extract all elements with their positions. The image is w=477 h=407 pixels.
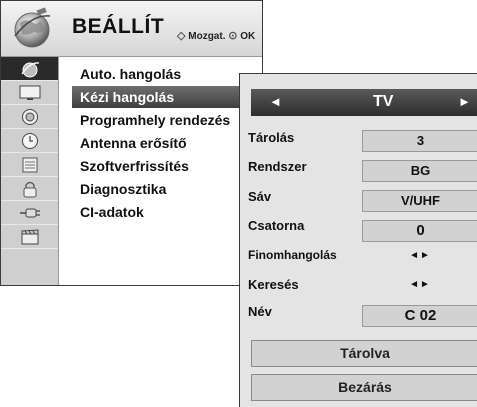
menu-item-program-edit[interactable]: Programhely rendezés bbox=[80, 109, 263, 131]
ok-button-icon: ⊙ bbox=[228, 30, 238, 42]
clock-icon bbox=[21, 132, 38, 149]
menu-item-auto-tuning[interactable]: Auto. hangolás bbox=[80, 63, 263, 85]
sidebar-item-usb[interactable] bbox=[1, 225, 58, 249]
source-value: TV bbox=[373, 93, 394, 110]
menu-item-antenna-booster[interactable]: Antenna erősítő bbox=[80, 132, 263, 154]
store-button[interactable]: Tárolva bbox=[251, 340, 477, 367]
storage-value[interactable]: 3 bbox=[362, 130, 477, 152]
manual-tuning-panel: ◄ TV ► Tárolás 3 Rendszer BG Sáv V/UHF C… bbox=[239, 73, 477, 407]
globe-satellite-icon bbox=[14, 7, 51, 48]
menu-item-ci-info[interactable]: CI-adatok bbox=[80, 201, 263, 223]
move-arrows-icon: ◇ bbox=[177, 30, 186, 42]
close-button[interactable]: Bezárás bbox=[251, 374, 477, 401]
channel-label: Csatorna bbox=[248, 218, 305, 233]
band-label: Sáv bbox=[248, 189, 272, 204]
search-arrows-icon[interactable]: ◄► bbox=[362, 279, 477, 290]
name-value[interactable]: C 02 bbox=[362, 305, 477, 327]
storage-label: Tárolás bbox=[248, 130, 295, 145]
usb-movie-icon bbox=[21, 228, 38, 244]
setup-menu-panel: BEÁLLÍT ◇ Mozgat. ⊙ OK Auto. hangolás Ké… bbox=[0, 0, 263, 286]
menu-item-manual-tuning[interactable]: Kézi hangolás bbox=[72, 86, 262, 108]
name-label: Név bbox=[248, 304, 272, 319]
input-cable-icon bbox=[19, 208, 40, 217]
menu-header: BEÁLLÍT ◇ Mozgat. ⊙ OK bbox=[1, 1, 262, 57]
menu-item-software-update[interactable]: Szoftverfrissítés bbox=[80, 155, 263, 177]
sidebar-item-setup[interactable] bbox=[1, 57, 58, 81]
source-selector[interactable]: ◄ TV ► bbox=[251, 89, 477, 116]
sidebar-item-picture[interactable] bbox=[1, 81, 58, 105]
sidebar-item-option[interactable] bbox=[1, 153, 58, 177]
band-value[interactable]: V/UHF bbox=[362, 190, 477, 212]
sidebar-item-time[interactable] bbox=[1, 129, 58, 153]
menu-item-diagnostics[interactable]: Diagnosztika bbox=[80, 178, 263, 200]
search-label: Keresés bbox=[248, 277, 299, 292]
sidebar-item-input[interactable] bbox=[1, 201, 58, 225]
lock-icon bbox=[23, 181, 36, 197]
picture-icon bbox=[19, 85, 40, 100]
options-icon bbox=[22, 157, 37, 172]
category-icon-sidebar bbox=[1, 57, 59, 285]
audio-icon bbox=[21, 108, 38, 125]
hint-ok-label: OK bbox=[240, 31, 256, 42]
satellite-icon bbox=[20, 61, 39, 77]
sidebar-item-audio[interactable] bbox=[1, 105, 58, 129]
fine-tune-arrows-icon[interactable]: ◄► bbox=[362, 250, 477, 261]
system-value[interactable]: BG bbox=[362, 160, 477, 182]
sidebar-item-lock[interactable] bbox=[1, 177, 58, 201]
arrow-right-icon[interactable]: ► bbox=[458, 94, 471, 109]
hint-move-label: Mozgat. bbox=[188, 31, 226, 42]
channel-value[interactable]: 0 bbox=[362, 220, 477, 242]
menu-title: BEÁLLÍT bbox=[72, 15, 165, 38]
fine-tune-label: Finomhangolás bbox=[248, 248, 337, 262]
navigation-hint: ◇ Mozgat. ⊙ OK bbox=[177, 29, 255, 42]
system-label: Rendszer bbox=[248, 159, 307, 174]
arrow-left-icon[interactable]: ◄ bbox=[269, 94, 282, 109]
